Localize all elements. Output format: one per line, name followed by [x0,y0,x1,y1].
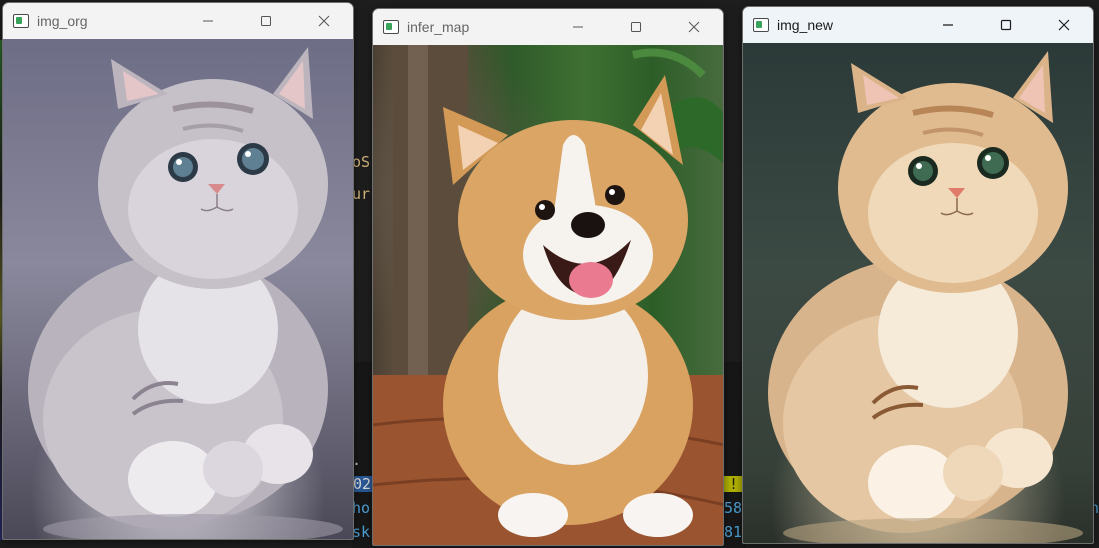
window-infer-map[interactable]: infer_map [372,8,724,546]
minimize-button[interactable] [919,7,977,43]
image-canvas [743,43,1093,543]
app-icon [13,14,29,28]
maximize-button[interactable] [237,3,295,39]
close-icon [1058,19,1070,31]
window-img-new[interactable]: img_new [742,6,1094,544]
close-button[interactable] [295,3,353,39]
bg-text-ho: ho [352,499,371,517]
window-title: img_org [37,13,88,29]
app-icon [753,18,769,32]
bg-text-sk: sk [352,523,371,541]
minimize-button[interactable] [179,3,237,39]
bg-text-os: oS [352,153,371,171]
maximize-icon [261,16,271,26]
bg-text-02: 02 [352,475,373,493]
kitten-image [768,51,1083,543]
titlebar[interactable]: img_new [743,7,1093,43]
window-title: img_new [777,17,834,33]
bg-text-58: 58 [724,499,743,517]
corgi-image [373,45,723,545]
bg-text-81: 81 [724,523,743,541]
minimize-icon [573,26,583,28]
image-canvas [3,39,353,539]
maximize-button[interactable] [977,7,1035,43]
maximize-icon [1000,19,1012,31]
close-button[interactable] [1035,7,1093,43]
kitten-image [28,47,343,539]
image-canvas [373,45,723,545]
window-title: infer_map [407,19,470,35]
bg-text-exclaim: ! [724,476,744,492]
close-icon [318,15,330,27]
close-icon [688,21,700,33]
close-button[interactable] [665,9,723,45]
window-img-org[interactable]: img_org [2,2,354,540]
maximize-button[interactable] [607,9,665,45]
minimize-icon [943,24,953,26]
titlebar[interactable]: infer_map [373,9,723,45]
titlebar[interactable]: img_org [3,3,353,39]
maximize-icon [631,22,641,32]
bg-text-ur: ur [352,185,371,203]
minimize-button[interactable] [549,9,607,45]
app-icon [383,20,399,34]
minimize-icon [203,20,213,22]
